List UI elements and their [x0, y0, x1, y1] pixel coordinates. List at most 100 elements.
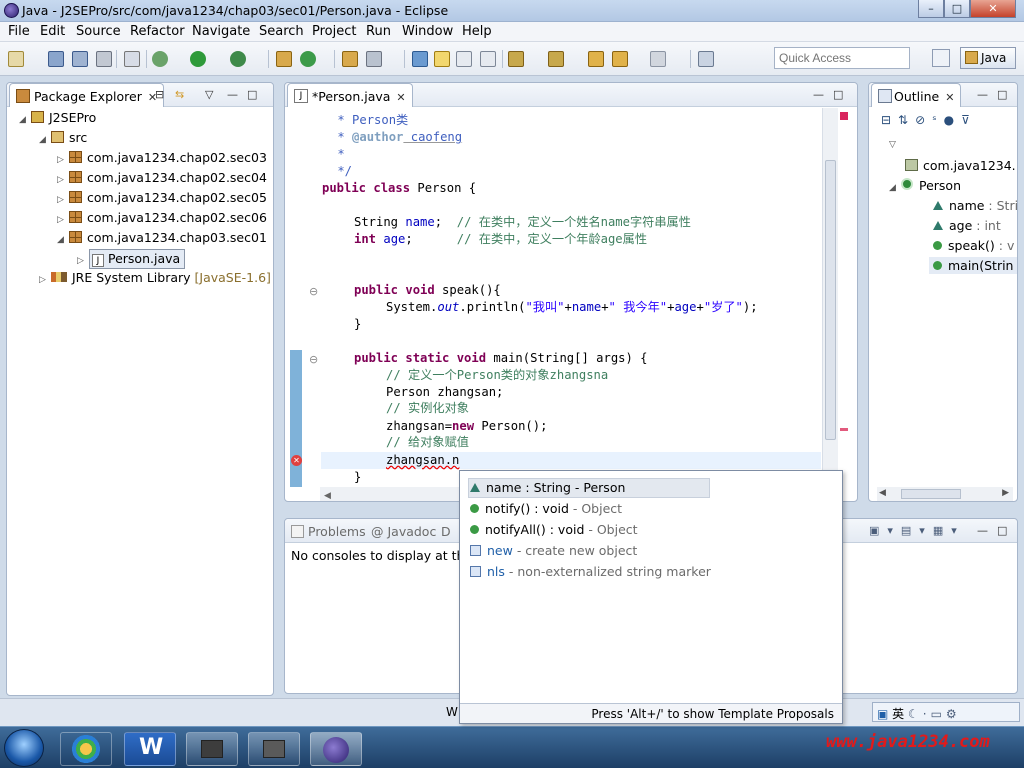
new-icon[interactable]	[8, 51, 24, 67]
proposal-item[interactable]: notifyAll() : void - Object	[470, 522, 638, 537]
code-line-error[interactable]: zhangsan.n	[386, 452, 459, 469]
code-line[interactable]: System.out.println("我叫"+name+" 我今年"+age+…	[386, 299, 758, 316]
external-tools-icon[interactable]	[230, 51, 246, 67]
open-type-icon[interactable]	[342, 51, 358, 67]
menu-file[interactable]: File	[8, 24, 30, 39]
terminal-icon[interactable]	[248, 732, 300, 766]
tree-item-package[interactable]: ▷ com.java1234.chap02.sec04	[57, 170, 267, 185]
outline-item-field[interactable]: age : int	[933, 218, 1001, 233]
tree-item-package[interactable]: ▷ com.java1234.chap02.sec03	[57, 150, 267, 165]
toggle-mark-icon[interactable]	[412, 51, 428, 67]
outline-item-class[interactable]: ◢ Person	[889, 178, 961, 193]
last-edit-icon[interactable]	[588, 51, 604, 67]
code-line[interactable]: *	[330, 146, 344, 163]
minimize-view-icon[interactable]: —	[227, 88, 238, 101]
link-with-editor-icon[interactable]: ⇆	[175, 88, 184, 101]
error-icon[interactable]: ✕	[291, 455, 302, 466]
media-player-icon[interactable]	[60, 732, 112, 766]
tree-item-package[interactable]: ▷ com.java1234.chap02.sec06	[57, 210, 267, 225]
code-line[interactable]: String name; // 在类中，定义一个姓名name字符串属性	[354, 214, 691, 231]
code-line[interactable]: // 实例化对象	[386, 400, 469, 417]
tree-item-src[interactable]: ◢ src	[39, 130, 87, 145]
toggle-highlight-icon[interactable]	[434, 51, 450, 67]
fold-icon[interactable]: ⊖	[309, 285, 318, 298]
skip-breakpoints-icon[interactable]	[124, 51, 140, 67]
code-line[interactable]: */	[330, 163, 352, 180]
tab-declaration[interactable]: D	[441, 524, 451, 539]
maximize-view-icon[interactable]: □	[997, 524, 1007, 537]
menu-source[interactable]: Source	[76, 24, 121, 39]
maximize-button[interactable]: □	[944, 0, 970, 18]
next-annotation-icon[interactable]	[508, 51, 524, 67]
fold-icon[interactable]: ⊖	[309, 353, 318, 366]
tree-item-file[interactable]: ▷ J Person.java	[77, 249, 186, 269]
debug-icon[interactable]	[152, 51, 168, 67]
pin-editor-icon[interactable]	[698, 51, 714, 67]
menu-edit[interactable]: Edit	[40, 24, 65, 39]
terminal-icon[interactable]	[186, 732, 238, 766]
menu-refactor[interactable]: Refactor	[130, 24, 185, 39]
code-line[interactable]: }	[354, 316, 361, 333]
tab-person-java[interactable]: J *Person.java ✕	[287, 83, 413, 107]
close-icon[interactable]: ✕	[396, 91, 405, 104]
outline-item-method[interactable]: speak() : v	[933, 238, 1014, 253]
tree-item-jre[interactable]: ▷ JRE System Library [JavaSE-1.6]	[39, 270, 271, 285]
previous-annotation-icon[interactable]	[548, 51, 564, 67]
maximize-view-icon[interactable]: □	[997, 88, 1007, 101]
close-button[interactable]: ✕	[970, 0, 1016, 18]
code-line[interactable]: public class Person {	[322, 180, 476, 197]
menu-navigate[interactable]: Navigate	[192, 24, 250, 39]
tree-item-project[interactable]: ◢ J2SEPro	[19, 110, 96, 125]
minimize-view-icon[interactable]: —	[813, 88, 824, 101]
minimize-button[interactable]: –	[918, 0, 944, 18]
code-line[interactable]: public static void main(String[] args) {	[354, 350, 648, 367]
code-line[interactable]: public void speak(){	[354, 282, 501, 299]
save-icon[interactable]	[48, 51, 64, 67]
tab-problems[interactable]: Problems	[291, 524, 366, 539]
scrollbar-thumb[interactable]	[825, 160, 836, 440]
start-icon[interactable]	[4, 729, 44, 767]
word-icon[interactable]: W	[124, 732, 176, 766]
code-line[interactable]: int age; // 在类中，定义一个年龄age属性	[354, 231, 647, 248]
menu-project[interactable]: Project	[312, 24, 356, 39]
tab-outline[interactable]: Outline ✕	[871, 83, 962, 107]
tree-item-package[interactable]: ▷ com.java1234.chap02.sec05	[57, 190, 267, 205]
proposal-item[interactable]: nls - non-externalized string marker	[470, 564, 711, 579]
search-icon[interactable]	[366, 51, 382, 67]
save-all-icon[interactable]	[72, 51, 88, 67]
block-selection-icon[interactable]	[480, 51, 496, 67]
outline-item-field[interactable]: name : Stri	[933, 198, 1018, 213]
maximize-view-icon[interactable]: □	[833, 88, 843, 101]
proposal-item[interactable]: name : String - Person	[470, 480, 625, 495]
run-icon[interactable]	[190, 51, 206, 67]
code-line[interactable]: // 定义一个Person类的对象zhangsna	[386, 367, 608, 384]
code-line[interactable]: * @author caofeng	[330, 129, 462, 146]
console-toolbar[interactable]: ▣▾▤▾▦▾	[869, 524, 965, 537]
print-icon[interactable]	[96, 51, 112, 67]
forward-icon[interactable]	[650, 51, 666, 67]
tab-javadoc[interactable]: @ Javadoc	[371, 524, 436, 539]
minimize-view-icon[interactable]: —	[977, 524, 988, 537]
view-menu-icon[interactable]: ▽	[205, 88, 213, 101]
collapse-all-icon[interactable]: ⊟	[155, 88, 164, 101]
proposal-item[interactable]: new - create new object	[470, 543, 637, 558]
tab-package-explorer[interactable]: Package Explorer ✕	[9, 83, 165, 107]
outline-expander[interactable]: ▽	[889, 135, 901, 150]
code-line[interactable]: zhangsan=new Person();	[386, 418, 547, 435]
editor-vertical-scrollbar[interactable]	[822, 108, 838, 486]
new-java-project-icon[interactable]	[276, 51, 292, 67]
java-perspective-button[interactable]: Java	[960, 47, 1016, 69]
outline-item-package[interactable]: com.java1234.	[905, 158, 1016, 173]
menu-window[interactable]: Window	[402, 24, 453, 39]
ime-toolbar[interactable]: ▣ 英 ☾·▭⚙	[872, 702, 1020, 722]
tree-item-package[interactable]: ◢ com.java1234.chap03.sec01	[57, 230, 267, 245]
error-overview-marker[interactable]	[840, 112, 848, 120]
code-line[interactable]: }	[354, 469, 361, 486]
outline-item-method[interactable]: main(Strin	[929, 257, 1018, 274]
eclipse-taskbar-icon[interactable]	[310, 732, 362, 766]
code-line[interactable]: Person zhangsan;	[386, 384, 503, 401]
minimize-view-icon[interactable]: —	[977, 88, 988, 101]
proposal-item[interactable]: notify() : void - Object	[470, 501, 622, 516]
new-class-icon[interactable]	[300, 51, 316, 67]
menu-help[interactable]: Help	[462, 24, 492, 39]
